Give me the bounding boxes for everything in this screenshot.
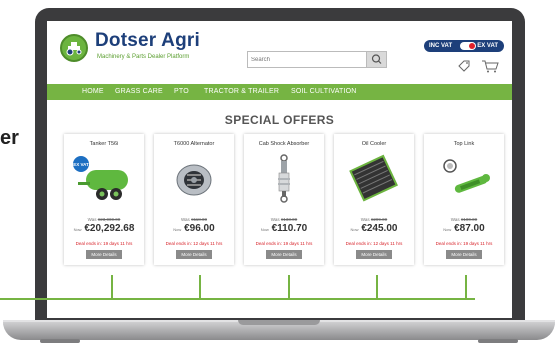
price-now: Now €245.00 <box>350 223 398 234</box>
search-button[interactable] <box>366 52 386 67</box>
product-card-oil-cooler[interactable]: Oil Cooler Was €299.00 Now €245.00 Deal … <box>334 134 414 265</box>
product-card-alternator[interactable]: T6000 Alternator Was €118.00 Now €96.00 … <box>154 134 234 265</box>
laptop-foot <box>478 339 518 343</box>
nav-item-tractor-trailer[interactable]: TRACTOR & TRAILER <box>204 88 279 95</box>
deal-countdown: Deal ends in: 12 days 11 hrs <box>345 241 403 246</box>
site-header: Dotser Agri Machinery & Parts Dealer Pla… <box>47 21 512 81</box>
deal-countdown: Deal ends in: 19 days 11 hrs <box>435 241 493 246</box>
more-details-button[interactable]: More Details <box>86 250 122 259</box>
connector-line <box>0 298 475 300</box>
deal-countdown: Deal ends in: 12 days 11 hrs <box>165 241 223 246</box>
special-offers-title: SPECIAL OFFERS <box>224 113 335 127</box>
side-heading-fragment: er <box>0 127 19 149</box>
vat-switch[interactable] <box>460 42 476 50</box>
price-was: Was €118.00 <box>180 217 208 222</box>
nav-item-soil-cultivation[interactable]: SOIL CULTIVATION <box>291 88 357 95</box>
more-details-button[interactable]: More Details <box>446 250 482 259</box>
product-name[interactable]: Oil Cooler <box>334 141 414 147</box>
ex-vat-badge: EX VAT <box>73 162 89 167</box>
shock-absorber-icon[interactable] <box>252 152 316 204</box>
connector-tick <box>465 275 467 299</box>
ex-vat-label: EX VAT <box>477 43 498 49</box>
more-details-button[interactable]: More Details <box>266 250 302 259</box>
search-box <box>247 51 387 68</box>
main-nav: HOME GRASS CARE PTO TRACTOR & TRAILER SO… <box>47 84 512 100</box>
nav-item-home[interactable]: HOME <box>82 88 104 95</box>
price-now: Now €96.00 <box>173 223 215 234</box>
inc-vat-label: INC VAT <box>429 43 453 49</box>
product-name[interactable]: T6000 Alternator <box>154 141 234 147</box>
laptop-foot <box>40 339 80 343</box>
connector-tick <box>376 275 378 299</box>
price-was: Was €299.00 <box>360 217 388 222</box>
nav-item-grass-care[interactable]: GRASS CARE <box>115 88 163 95</box>
nav-item-pto[interactable]: PTO <box>174 88 189 95</box>
product-card-top-link[interactable]: Top Link Was €100.00 Now €87.00 Deal end… <box>424 134 504 265</box>
price-now: Now €20,292.68 <box>73 223 135 234</box>
more-details-button[interactable]: More Details <box>176 250 212 259</box>
search-icon <box>371 54 382 64</box>
vat-toggle[interactable]: INC VAT EX VAT <box>424 40 504 52</box>
slurry-tanker-icon[interactable]: EX VAT <box>72 152 136 204</box>
tractor-glyph-icon <box>66 42 82 56</box>
alternator-icon[interactable] <box>162 152 226 204</box>
brand-tagline: Machinery & Parts Dealer Platform <box>97 54 190 60</box>
tractor-logo-icon[interactable] <box>60 34 88 62</box>
connector-tick <box>111 275 113 299</box>
price-was: Was €133.00 <box>270 217 298 222</box>
connector-tick <box>288 275 290 299</box>
product-name[interactable]: Cab Shock Absorber <box>244 141 324 147</box>
search-input[interactable] <box>251 55 361 65</box>
laptop-screen: Dotser Agri Machinery & Parts Dealer Pla… <box>47 21 512 318</box>
deal-countdown: Deal ends in: 19 days 11 hrs <box>75 241 133 246</box>
oil-cooler-icon[interactable] <box>342 152 406 204</box>
price-was: Was €100.00 <box>450 217 478 222</box>
product-card-tanker[interactable]: Tanker T56i EX VAT Was €23,000.00 Now €2… <box>64 134 144 265</box>
price-now: Now €110.70 <box>260 223 308 234</box>
product-name[interactable]: Top Link <box>424 141 504 147</box>
deal-countdown: Deal ends in: 19 days 11 hrs <box>255 241 313 246</box>
brand-name[interactable]: Dotser Agri <box>95 30 200 52</box>
product-name[interactable]: Tanker T56i <box>64 141 144 147</box>
product-card-shock-absorber[interactable]: Cab Shock Absorber Was €133.00 Now €110.… <box>244 134 324 265</box>
price-was: Was €23,000.00 <box>87 217 121 222</box>
price-now: Now €87.00 <box>443 223 485 234</box>
laptop-notch <box>238 320 320 325</box>
header-icons <box>457 57 507 75</box>
cart-icon[interactable] <box>481 59 499 73</box>
more-details-button[interactable]: More Details <box>356 250 392 259</box>
connector-tick <box>199 275 201 299</box>
price-tag-icon[interactable] <box>457 59 471 73</box>
stage: er Dotser Agri Machinery & Parts Dealer … <box>0 0 558 346</box>
top-link-icon[interactable] <box>432 152 496 204</box>
